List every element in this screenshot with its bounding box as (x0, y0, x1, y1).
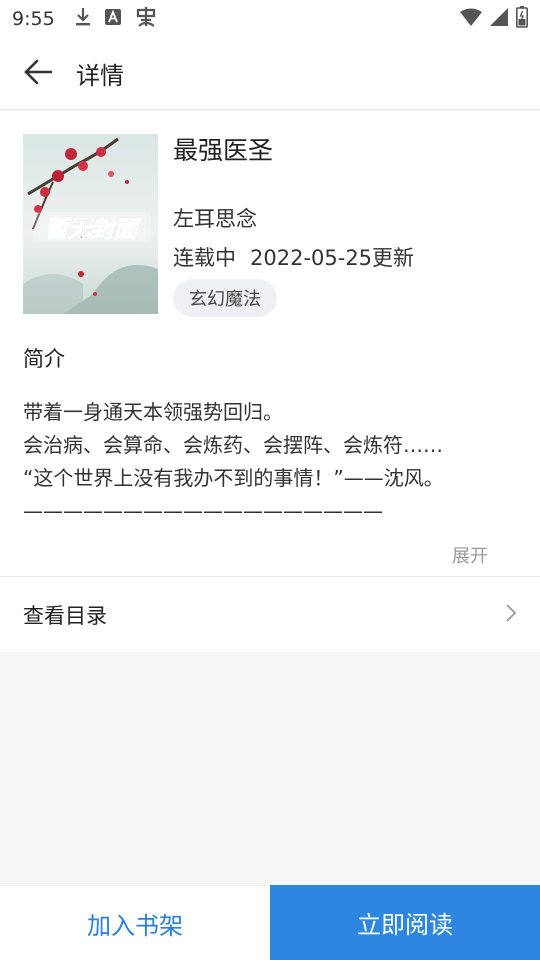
book-author[interactable]: 左耳思念 (173, 203, 257, 233)
cell-signal-icon (490, 8, 508, 30)
intro-line: —————————————————— (23, 499, 383, 523)
page-title: 详情 (76, 62, 124, 90)
intro-line: 带着一身通天本领强势回归。 (23, 400, 283, 424)
app-bar: 详情 (0, 38, 540, 110)
read-now-button[interactable]: 立即阅读 (270, 885, 540, 960)
bottom-action-bar: 加入书架 立即阅读 (0, 885, 540, 960)
book-cover: 暂无封面 (23, 134, 158, 314)
intro-text: 带着一身通天本领强势回归。 会治病、会算命、会炼药、会摆阵、会炼符…… “这个世… (23, 396, 520, 528)
view-toc-row[interactable]: 查看目录 (0, 576, 540, 652)
font-a-icon (104, 9, 121, 29)
genre-tag[interactable]: 玄幻魔法 (173, 279, 277, 317)
status-time: 9:55 (12, 8, 55, 30)
status-bar: 9:55 (0, 0, 540, 38)
download-icon (75, 7, 91, 31)
wifi-icon (460, 8, 482, 30)
expand-button[interactable]: 展开 (452, 542, 488, 568)
status-left-icons (75, 6, 157, 32)
intro-line: “这个世界上没有我办不到的事情！”——沈风。 (23, 466, 444, 490)
book-title: 最强医圣 (173, 136, 274, 165)
toc-label: 查看目录 (23, 603, 107, 628)
arrow-left-icon (24, 59, 53, 89)
back-button[interactable] (0, 38, 76, 110)
add-to-shelf-button[interactable]: 加入书架 (0, 885, 270, 960)
serial-status: 连载中 (173, 246, 236, 270)
chevron-right-icon (505, 603, 517, 627)
bug-icon (135, 6, 157, 32)
update-date: 2022-05-25更新 (250, 246, 415, 270)
book-detail-card: 暂无封面 最强医圣 左耳思念 连载中 2022-05-25更新 玄幻魔法 简介 带… (0, 111, 540, 652)
intro-heading: 简介 (23, 347, 65, 371)
status-right-icons (460, 6, 528, 32)
genre-tag-label: 玄幻魔法 (189, 289, 261, 310)
book-status-line: 连载中 2022-05-25更新 (173, 242, 414, 272)
intro-line: 会治病、会算命、会炼药、会摆阵、会炼符…… (23, 433, 443, 457)
battery-icon (516, 6, 528, 32)
cover-placeholder-text: 暂无封面 (45, 216, 141, 243)
